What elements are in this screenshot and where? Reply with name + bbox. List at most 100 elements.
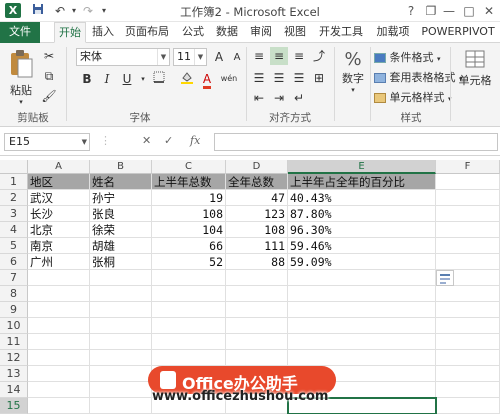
align-center-icon[interactable]: ☰ [270, 69, 288, 87]
grid-cell[interactable] [152, 270, 226, 286]
column-header-c[interactable]: C [152, 160, 226, 174]
column-header-d[interactable]: D [226, 160, 288, 174]
table-cell[interactable]: 张桐 [90, 254, 152, 270]
table-cell[interactable]: 108 [152, 206, 226, 222]
grid-cell[interactable] [436, 318, 500, 334]
grid-cell[interactable] [28, 398, 90, 414]
name-box[interactable]: E15 ▼ [4, 133, 90, 151]
grid-cell[interactable] [90, 334, 152, 350]
row-header-1[interactable]: 1 [0, 174, 28, 190]
bold-button[interactable]: B [78, 70, 96, 88]
grid-cell[interactable] [226, 302, 288, 318]
row-header-14[interactable]: 14 [0, 382, 28, 398]
table-cell[interactable]: 孙宁 [90, 190, 152, 206]
grid-cell[interactable] [288, 334, 436, 350]
tab-formulas[interactable]: 公式 [178, 22, 208, 43]
conditional-format-button[interactable]: 条件格式 ▾ [374, 49, 441, 65]
grow-font-button[interactable]: A [210, 48, 228, 66]
grid-cell[interactable] [90, 350, 152, 366]
grid-cell[interactable] [436, 206, 500, 222]
row-header-15[interactable]: 15 [0, 398, 28, 414]
grid-cell[interactable] [436, 286, 500, 302]
select-all-corner[interactable] [0, 160, 28, 174]
grid-cell[interactable] [90, 318, 152, 334]
header-cell-year-total[interactable]: 全年总数 [226, 174, 288, 190]
format-painter-icon[interactable]: 🖌 [40, 87, 58, 105]
tab-review[interactable]: 审阅 [246, 22, 276, 43]
row-header-12[interactable]: 12 [0, 350, 28, 366]
phonetic-button[interactable]: wén [220, 70, 238, 88]
tab-developer[interactable]: 开发工具 [314, 22, 368, 43]
grid-cell[interactable] [436, 382, 500, 398]
grid-cell[interactable] [90, 382, 152, 398]
grid-cell[interactable] [226, 318, 288, 334]
align-bottom-icon[interactable]: ≡ [290, 47, 308, 65]
grid-cell[interactable] [288, 270, 436, 286]
quick-analysis-icon[interactable] [436, 270, 454, 286]
table-cell[interactable]: 59.46% [288, 238, 436, 254]
ribbon-display-button[interactable]: ❐ [422, 2, 440, 20]
grid-cell[interactable] [226, 270, 288, 286]
table-cell[interactable]: 广州 [28, 254, 90, 270]
grid-cell[interactable] [436, 366, 500, 382]
align-left-icon[interactable]: ☰ [250, 69, 268, 87]
grid-cell[interactable] [226, 286, 288, 302]
fill-color-icon[interactable] [178, 70, 196, 88]
grid-cell[interactable] [28, 366, 90, 382]
cells-button[interactable]: 单元格 [452, 49, 498, 88]
grid-cell[interactable] [436, 190, 500, 206]
maximize-button[interactable]: □ [460, 2, 478, 20]
tab-page-layout[interactable]: 页面布局 [120, 22, 174, 43]
grid-cell[interactable] [90, 398, 152, 414]
grid-cell[interactable] [28, 334, 90, 350]
grid-cell[interactable] [90, 286, 152, 302]
orientation-icon[interactable]: ⤴ [310, 47, 328, 65]
table-cell[interactable]: 长沙 [28, 206, 90, 222]
row-header-10[interactable]: 10 [0, 318, 28, 334]
table-cell[interactable]: 北京 [28, 222, 90, 238]
paste-button[interactable]: 粘贴 ▾ [6, 49, 36, 106]
table-cell[interactable]: 111 [226, 238, 288, 254]
grid-cell[interactable] [28, 270, 90, 286]
grid-cell[interactable] [436, 222, 500, 238]
grid-cell[interactable] [90, 270, 152, 286]
more-options-icon[interactable]: ⋮ [100, 134, 111, 147]
row-header-9[interactable]: 9 [0, 302, 28, 318]
row-header-4[interactable]: 4 [0, 222, 28, 238]
table-cell[interactable]: 40.43% [288, 190, 436, 206]
row-header-13[interactable]: 13 [0, 366, 28, 382]
table-cell[interactable]: 96.30% [288, 222, 436, 238]
tab-home[interactable]: 开始 [54, 22, 86, 43]
minimize-button[interactable]: — [440, 2, 458, 20]
insert-function-button[interactable]: fx [190, 134, 200, 147]
grid-cell[interactable] [288, 350, 436, 366]
grid-cell[interactable] [28, 382, 90, 398]
copy-icon[interactable]: ⧉ [40, 67, 58, 85]
grid-cell[interactable] [436, 254, 500, 270]
row-header-11[interactable]: 11 [0, 334, 28, 350]
table-cell[interactable]: 徐荣 [90, 222, 152, 238]
table-cell[interactable]: 88 [226, 254, 288, 270]
tab-powerpivot[interactable]: POWERPIVOT [416, 22, 500, 43]
table-cell[interactable]: 张良 [90, 206, 152, 222]
close-button[interactable]: ✕ [480, 2, 498, 20]
grid-cell[interactable] [436, 238, 500, 254]
grid-cell[interactable] [90, 366, 152, 382]
table-cell[interactable]: 87.80% [288, 206, 436, 222]
table-cell[interactable]: 108 [226, 222, 288, 238]
tab-addins[interactable]: 加载项 [372, 22, 414, 43]
grid-cell[interactable] [436, 334, 500, 350]
column-header-a[interactable]: A [28, 160, 90, 174]
merge-icon[interactable]: ⊞ [310, 69, 328, 87]
grid-cell[interactable] [90, 302, 152, 318]
font-name-select[interactable]: 宋体 ▼ [76, 48, 170, 66]
column-header-b[interactable]: B [90, 160, 152, 174]
table-cell[interactable]: 52 [152, 254, 226, 270]
header-cell-h1-total[interactable]: 上半年总数 [152, 174, 226, 190]
column-header-e[interactable]: E [288, 160, 436, 174]
table-cell[interactable]: 武汉 [28, 190, 90, 206]
grid-cell[interactable] [28, 302, 90, 318]
table-cell[interactable]: 19 [152, 190, 226, 206]
table-cell[interactable]: 59.09% [288, 254, 436, 270]
font-size-select[interactable]: 11 ▼ [173, 48, 207, 66]
